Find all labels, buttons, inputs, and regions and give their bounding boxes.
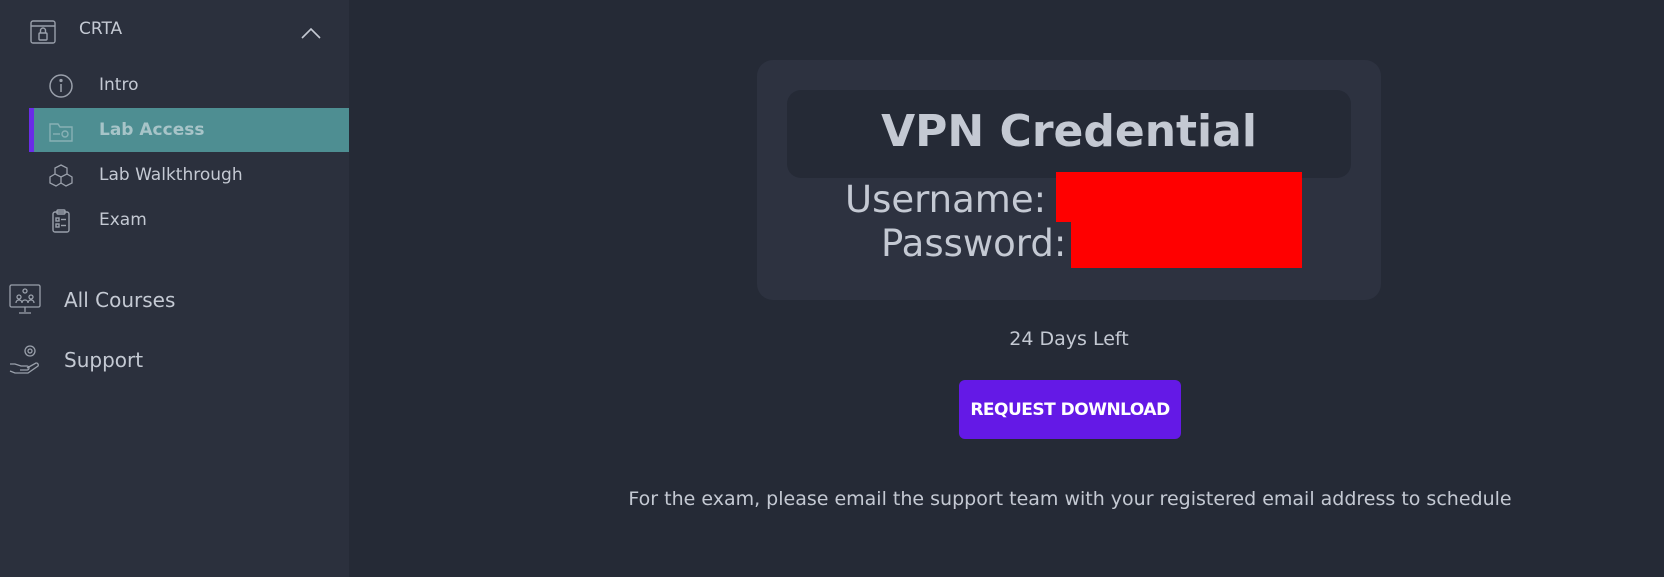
username-redaction <box>1056 172 1302 222</box>
folder-gear-icon <box>48 118 74 144</box>
password-redaction <box>1071 222 1302 268</box>
sidebar-item-label: Lab Walkthrough <box>99 165 243 185</box>
sidebar-item-support[interactable]: Support <box>0 336 349 386</box>
sidebar-item-label: Intro <box>99 75 139 95</box>
info-icon <box>48 73 74 99</box>
vpn-credential-card: VPN Credential Username: Password: <box>757 60 1381 300</box>
password-label: Password: <box>881 222 1067 265</box>
sidebar-item-intro[interactable]: Intro <box>29 63 349 107</box>
days-left-text: 24 Days Left <box>1009 328 1129 350</box>
course-label: CRTA <box>79 19 123 39</box>
sidebar: CRTA Intro Lab Access Lab Walkthrough Ex… <box>0 0 349 577</box>
sidebar-item-label: Lab Access <box>99 120 205 140</box>
course-crta-header[interactable]: CRTA <box>0 0 349 60</box>
sidebar-item-lab-walkthrough[interactable]: Lab Walkthrough <box>29 153 349 197</box>
exam-note: For the exam, please email the support t… <box>628 488 1512 510</box>
request-download-button[interactable]: REQUEST DOWNLOAD <box>959 380 1181 439</box>
sidebar-item-label: Exam <box>99 210 147 230</box>
sidebar-item-label: All Courses <box>64 288 176 312</box>
sidebar-item-exam[interactable]: Exam <box>29 198 349 242</box>
card-title: VPN Credential <box>881 106 1257 157</box>
hand-gear-icon <box>8 342 42 376</box>
card-title-box: VPN Credential <box>787 90 1351 178</box>
sidebar-item-all-courses[interactable]: All Courses <box>0 276 349 326</box>
clipboard-checklist-icon <box>48 208 74 234</box>
sidebar-item-label: Support <box>64 348 144 372</box>
monitor-courses-icon <box>8 282 42 316</box>
cubes-icon <box>48 163 74 189</box>
username-label: Username: <box>845 178 1047 221</box>
lock-certificate-icon <box>29 18 57 46</box>
chevron-up-icon[interactable] <box>300 26 322 40</box>
sidebar-item-lab-access[interactable]: Lab Access <box>29 108 349 152</box>
